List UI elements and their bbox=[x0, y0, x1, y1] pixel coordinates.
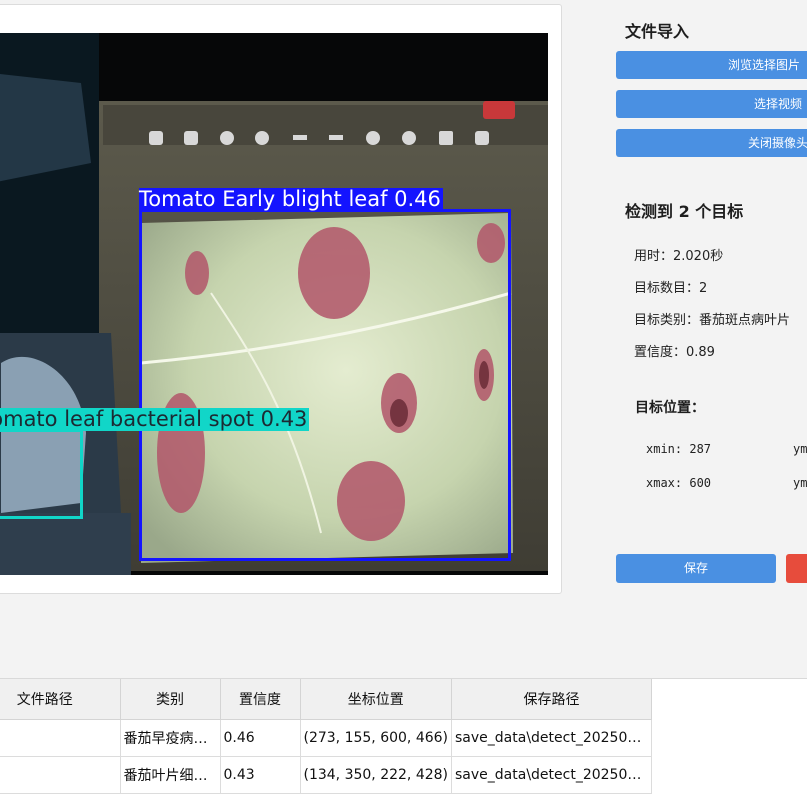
results-table: 文件路径 类别 置信度 坐标位置 保存路径 番茄早疫病… 0.46 (273, … bbox=[0, 679, 653, 794]
cell-category: 番茄叶片细… bbox=[120, 756, 221, 794]
detection-box-early-blight bbox=[139, 209, 511, 561]
table-header-row: 文件路径 类别 置信度 坐标位置 保存路径 bbox=[0, 679, 653, 720]
detection-box-bacterial-spot bbox=[0, 429, 83, 519]
cell-coordinates: (134, 350, 222, 428) bbox=[300, 756, 453, 794]
table-row[interactable]: 番茄早疫病… 0.46 (273, 155, 600, 466) save_da… bbox=[0, 719, 653, 757]
header-save-path[interactable]: 保存路径 bbox=[451, 679, 653, 720]
table-row[interactable]: 番茄叶片细… 0.43 (134, 350, 222, 428) save_da… bbox=[0, 756, 653, 794]
cell-save-path: save_data\detect_20250… bbox=[451, 719, 653, 757]
cell-confidence: 0.43 bbox=[220, 756, 301, 794]
save-button[interactable]: 保存 bbox=[616, 554, 776, 583]
target-position-title: 目标位置： bbox=[635, 400, 705, 416]
detection-label-early-blight: Tomato Early blight leaf 0.46 bbox=[139, 187, 443, 211]
close-camera-button[interactable]: 关闭摄像头 bbox=[616, 129, 807, 157]
select-video-label: 选择视频 bbox=[754, 97, 803, 111]
results-table-container: 文件路径 类别 置信度 坐标位置 保存路径 番茄早疫病… 0.46 (273, … bbox=[0, 678, 807, 804]
target-category: 目标类别：番茄斑点病叶片 bbox=[634, 313, 791, 328]
detection-label-bacterial-spot: Tomato leaf bacterial spot 0.43 bbox=[0, 408, 310, 431]
close-camera-label: 关闭摄像头 bbox=[748, 136, 807, 150]
elapsed-time: 用时：2.020秒 bbox=[634, 249, 724, 264]
cell-file-path bbox=[0, 719, 121, 757]
browse-image-button[interactable]: 浏览选择图片 bbox=[616, 51, 807, 79]
image-display-panel: Tomato Early blight leaf 0.46 Tomato lea… bbox=[0, 4, 562, 594]
cell-category: 番茄早疫病… bbox=[120, 719, 221, 757]
target-count: 目标数目：2 bbox=[634, 281, 708, 296]
header-file-path[interactable]: 文件路径 bbox=[0, 679, 121, 720]
exit-button[interactable] bbox=[786, 554, 807, 583]
control-panel: 文件导入 浏览选择图片 选择视频 关闭摄像头 检测到 2 个目标 用时：2.02… bbox=[616, 0, 807, 600]
cell-coordinates: (273, 155, 600, 466) bbox=[300, 719, 453, 757]
cell-file-path bbox=[0, 756, 121, 794]
xmax-value: xmax: 600 bbox=[646, 476, 712, 490]
header-coordinates[interactable]: 坐标位置 bbox=[300, 679, 453, 720]
ymin-value: ymin: bbox=[793, 442, 807, 456]
browse-image-label: 浏览选择图片 bbox=[728, 58, 801, 72]
select-video-button[interactable]: 选择视频 bbox=[616, 90, 807, 118]
detection-result-title: 检测到 2 个目标 bbox=[625, 202, 744, 221]
header-category[interactable]: 类别 bbox=[120, 679, 221, 720]
file-import-title: 文件导入 bbox=[625, 22, 690, 41]
cell-confidence: 0.46 bbox=[220, 719, 301, 757]
ymax-value: ymax: bbox=[793, 476, 807, 490]
header-confidence[interactable]: 置信度 bbox=[220, 679, 301, 720]
cell-save-path: save_data\detect_20250… bbox=[451, 756, 653, 794]
target-confidence: 置信度：0.89 bbox=[634, 345, 715, 360]
camera-frame: Tomato Early blight leaf 0.46 Tomato lea… bbox=[0, 33, 548, 575]
xmin-value: xmin: 287 bbox=[646, 442, 712, 456]
